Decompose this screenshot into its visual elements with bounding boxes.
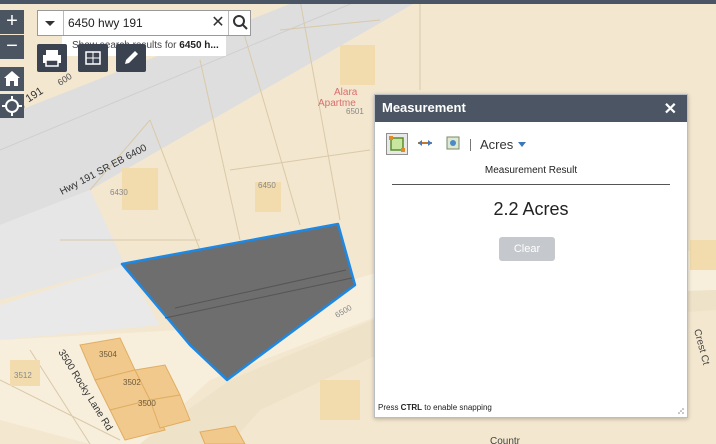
locate-button[interactable] — [0, 94, 24, 118]
unit-dropdown[interactable]: Acres — [480, 137, 513, 152]
parcel-number: 3512 — [14, 371, 32, 380]
search-icon — [233, 15, 248, 30]
snapping-hint: Press CTRL to enable snapping — [378, 403, 492, 412]
hint-prefix: Press — [378, 403, 401, 412]
place-label-alara: Alara — [334, 87, 358, 98]
search-input[interactable] — [68, 14, 208, 32]
edit-button[interactable] — [116, 44, 146, 72]
suggestion-term: 6450 h... — [179, 40, 219, 51]
parcel-number: 3504 — [99, 350, 117, 359]
basemap-icon — [85, 51, 101, 65]
close-button[interactable]: ✕ — [664, 99, 677, 119]
parcel-number: 6430 — [110, 188, 128, 197]
search-box: ✕ — [37, 10, 251, 36]
edit-icon — [125, 51, 138, 64]
result-label: Measurement Result — [484, 165, 578, 176]
parcel-number: 6501 — [346, 107, 364, 116]
basemap-button[interactable] — [78, 44, 108, 72]
search-source-dropdown[interactable] — [38, 11, 64, 35]
zoom-in-button[interactable]: + — [0, 10, 24, 34]
distance-tool-button[interactable] — [415, 133, 437, 155]
search-button[interactable] — [228, 11, 252, 35]
print-button[interactable] — [37, 44, 67, 72]
home-icon — [4, 71, 20, 86]
tool-separator — [470, 139, 471, 151]
measurement-panel: Measurement ✕ Acres Measurement Result 2… — [374, 94, 688, 418]
parcel-number: 6450 — [258, 181, 276, 190]
home-button[interactable] — [0, 67, 24, 91]
divider — [392, 184, 670, 185]
street-label-county: Countr — [490, 436, 521, 444]
location-tool-button[interactable] — [443, 133, 465, 155]
distance-tool-icon — [418, 140, 432, 146]
area-tool-button[interactable] — [386, 133, 408, 155]
print-icon — [43, 50, 61, 67]
zoom-out-button[interactable]: − — [0, 35, 24, 59]
panel-title: Measurement — [382, 100, 466, 115]
hint-suffix: to enable snapping — [422, 403, 492, 412]
area-tool-icon — [389, 136, 405, 152]
chevron-down-icon — [45, 21, 55, 26]
hint-key: CTRL — [400, 403, 422, 412]
locate-icon — [2, 96, 22, 116]
parcel-number: 3502 — [123, 378, 141, 387]
top-bar — [0, 0, 716, 4]
resize-grip-icon[interactable] — [677, 407, 685, 415]
chevron-down-icon[interactable] — [518, 142, 526, 147]
clear-search-button[interactable]: ✕ — [210, 13, 226, 33]
measurement-header: Measurement ✕ — [375, 95, 687, 122]
result-value: 2.2 Acres — [493, 199, 569, 219]
clear-button[interactable]: Clear — [499, 237, 555, 261]
parcel-number: 3500 — [138, 399, 156, 408]
location-tool-icon — [446, 136, 460, 150]
